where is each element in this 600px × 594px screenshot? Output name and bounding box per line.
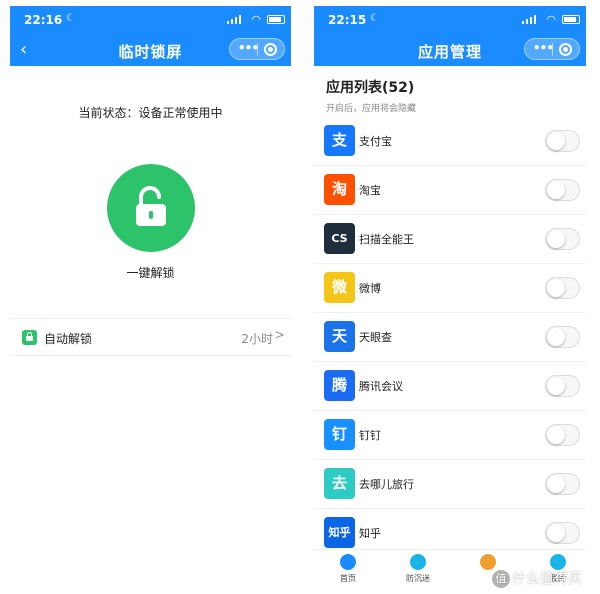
unlock-icon bbox=[136, 186, 166, 226]
tab-label: 首页 bbox=[340, 574, 356, 583]
auto-unlock-row[interactable]: 自动解锁 2小时 > bbox=[10, 318, 291, 356]
app-row: 去去哪儿旅行 bbox=[314, 460, 586, 509]
status-time: 22:16 bbox=[24, 13, 63, 27]
more-icon[interactable]: ••• bbox=[238, 41, 259, 55]
app-icon: 天 bbox=[324, 321, 355, 352]
app-icon: 知乎 bbox=[324, 517, 355, 548]
hide-app-toggle[interactable] bbox=[545, 228, 580, 250]
watermark-text: 什么值得买 bbox=[512, 571, 582, 587]
battery-icon bbox=[562, 15, 580, 24]
signal-icon bbox=[227, 15, 241, 24]
app-row: 淘淘宝 bbox=[314, 166, 586, 215]
moon-icon: ☾ bbox=[370, 13, 379, 24]
watermark: 值什么值得买 bbox=[492, 568, 582, 588]
tab-item[interactable]: 防沉迷 bbox=[388, 554, 448, 584]
wifi-icon: ◠ bbox=[546, 13, 556, 26]
app-icon: 支 bbox=[324, 125, 355, 156]
app-row: 天天眼查 bbox=[314, 313, 586, 362]
app-row: CS 扫描全能王 bbox=[314, 215, 586, 264]
app-icon: 微 bbox=[324, 272, 355, 303]
one-click-unlock-button[interactable] bbox=[107, 164, 195, 252]
app-list-title: 应用列表(52) bbox=[326, 80, 415, 96]
hide-app-toggle[interactable] bbox=[545, 522, 580, 544]
battery-icon bbox=[267, 15, 285, 24]
unlock-label: 一键解锁 bbox=[126, 266, 175, 280]
app-row: 钉钉钉 bbox=[314, 411, 586, 460]
app-name: 扫描全能王 bbox=[359, 233, 414, 246]
app-icon: 淘 bbox=[324, 174, 355, 205]
shield-icon bbox=[410, 554, 426, 570]
app-list: 支支付宝淘淘宝 CS 扫描全能王微微博天天眼查腾腾讯会议钉钉钉去去哪儿旅行 知乎 知乎 bbox=[314, 117, 586, 558]
hide-app-toggle[interactable] bbox=[545, 179, 580, 201]
app-name: 微博 bbox=[359, 282, 381, 295]
app-row: 腾腾讯会议 bbox=[314, 362, 586, 411]
app-row: 微微博 bbox=[314, 264, 586, 313]
app-icon: 去 bbox=[324, 468, 355, 499]
hide-app-toggle[interactable] bbox=[545, 473, 580, 495]
app-name: 知乎 bbox=[359, 527, 381, 540]
moon-icon: ☾ bbox=[66, 13, 75, 24]
tab-label: 防沉迷 bbox=[406, 574, 430, 583]
watermark-badge: 值 bbox=[492, 570, 510, 588]
app-name: 腾讯会议 bbox=[359, 380, 403, 393]
current-status-text: 当前状态：设备正常使用中 bbox=[78, 106, 223, 120]
status-time: 22:15 bbox=[328, 13, 367, 27]
app-icon: 腾 bbox=[324, 370, 355, 401]
nav-bar: ‹ 临时锁屏 ••• bbox=[10, 34, 291, 66]
hide-app-toggle[interactable] bbox=[545, 277, 580, 299]
close-mini-program-icon[interactable] bbox=[264, 43, 277, 56]
signal-icon bbox=[522, 15, 536, 24]
app-icon: 钉 bbox=[324, 419, 355, 450]
lock-icon bbox=[22, 330, 37, 345]
tab-item[interactable]: 首页 bbox=[318, 554, 378, 584]
close-mini-program-icon[interactable] bbox=[559, 43, 572, 56]
chevron-right-icon: > bbox=[274, 328, 285, 343]
app-name: 钉钉 bbox=[359, 429, 381, 442]
app-name: 去哪儿旅行 bbox=[359, 478, 414, 491]
status-bar: 22:15 ☾ ◠ bbox=[314, 6, 586, 34]
app-management-screen: 22:15 ☾ ◠ 应用管理 ••• 应用列表(52) 开启后，应用将会隐藏 支… bbox=[314, 6, 586, 594]
temp-lock-screen: 22:16 ☾ ◠ ‹ 临时锁屏 ••• 当前状态：设备正常使用中 一键解锁 自… bbox=[10, 6, 291, 594]
nav-bar: 应用管理 ••• bbox=[314, 34, 586, 66]
app-name: 天眼查 bbox=[359, 331, 392, 344]
wifi-icon: ◠ bbox=[251, 13, 261, 26]
app-row: 支支付宝 bbox=[314, 117, 586, 166]
mini-program-capsule: ••• bbox=[229, 38, 285, 60]
hide-app-toggle[interactable] bbox=[545, 375, 580, 397]
app-name: 支付宝 bbox=[359, 135, 392, 148]
hide-app-toggle[interactable] bbox=[545, 424, 580, 446]
status-bar: 22:16 ☾ ◠ bbox=[10, 6, 291, 34]
app-list-subtitle: 开启后，应用将会隐藏 bbox=[326, 104, 417, 114]
more-icon[interactable]: ••• bbox=[533, 41, 554, 55]
hide-app-toggle[interactable] bbox=[545, 130, 580, 152]
auto-unlock-label: 自动解锁 bbox=[44, 332, 93, 346]
app-name: 淘宝 bbox=[359, 184, 381, 197]
home-icon bbox=[340, 554, 356, 570]
auto-unlock-value: 2小时 bbox=[241, 332, 273, 346]
hide-app-toggle[interactable] bbox=[545, 326, 580, 348]
mini-program-capsule: ••• bbox=[524, 38, 580, 60]
app-icon: CS bbox=[324, 223, 355, 254]
